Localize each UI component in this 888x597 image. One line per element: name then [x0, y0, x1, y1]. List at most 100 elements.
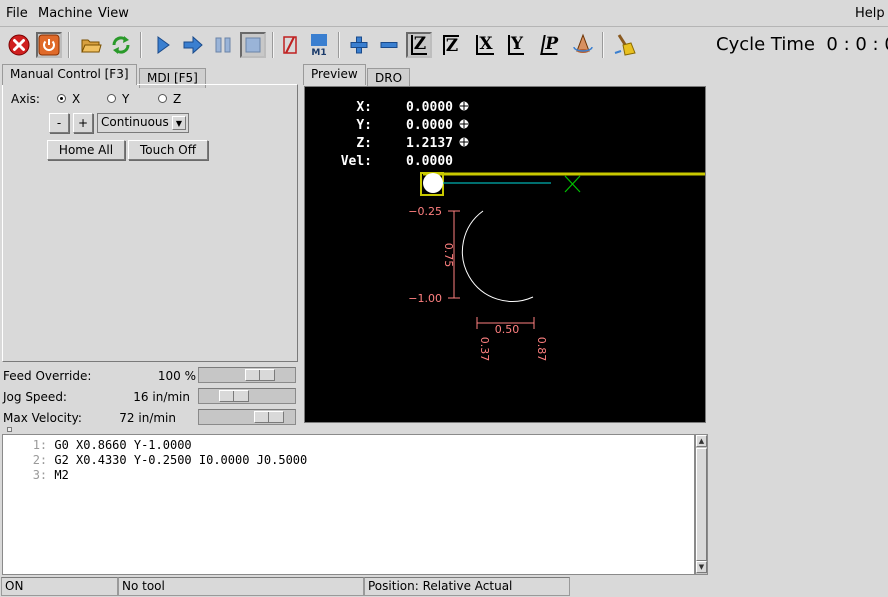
machine-power-button[interactable]: [36, 32, 62, 58]
feed-override-slider[interactable]: [198, 367, 296, 383]
status-position: Position: Relative Actual: [364, 577, 570, 596]
homed-icon-x: [459, 101, 469, 111]
dim-y-bottom: −1.00: [408, 292, 442, 305]
jog-mode-select[interactable]: Continuous ▼: [97, 113, 189, 133]
scroll-thumb[interactable]: [696, 448, 707, 561]
optional-stop-button[interactable]: M1: [306, 32, 332, 58]
block-delete-button[interactable]: [278, 32, 304, 58]
chevron-down-icon: ▼: [172, 116, 186, 130]
stop-button[interactable]: [240, 32, 266, 58]
preview-canvas[interactable]: X: 0.0000 Y: 0.0000 Z: 1.2137 Vel: 0.000…: [304, 86, 706, 423]
dim-y-top: −0.25: [408, 205, 442, 218]
menu-file[interactable]: File: [6, 6, 28, 21]
status-machine: ON: [1, 577, 118, 596]
origin-marker: [564, 175, 581, 193]
zoom-in-icon: [350, 36, 368, 54]
menu-help[interactable]: Help: [855, 6, 885, 21]
dro-x-label: X:: [356, 100, 372, 115]
cycle-time-value: 0 : 0 : 0: [826, 34, 888, 55]
toolpath-arc: [461, 210, 534, 302]
touch-off-button[interactable]: Touch Off: [128, 140, 208, 160]
estop-button[interactable]: [6, 32, 32, 58]
view-p-button[interactable]: P: [537, 32, 563, 58]
manual-control-panel: Axis: X Y Z - + Continuous ▼ Home All To…: [2, 84, 298, 362]
menu-machine[interactable]: Machine: [38, 6, 92, 21]
estop-icon: [8, 34, 30, 56]
pause-button[interactable]: [210, 32, 236, 58]
dim-x-span: 0.50: [495, 323, 520, 336]
zoom-out-icon: [380, 42, 398, 48]
homed-icon-z: [459, 137, 469, 147]
menu-view[interactable]: View: [98, 6, 129, 21]
dro-vel-value: 0.0000: [406, 154, 453, 169]
rotate-view-button[interactable]: [570, 32, 596, 58]
tab-dro[interactable]: DRO: [367, 68, 411, 88]
jog-speed-slider[interactable]: [198, 388, 296, 404]
open-file-icon: [81, 39, 102, 53]
view-z2-button[interactable]: Z: [438, 32, 464, 58]
dro-y-value: 0.0000: [406, 118, 453, 133]
zoom-in-button[interactable]: [346, 32, 372, 58]
axis-z-label: Z: [173, 92, 182, 106]
axis-y-radio[interactable]: [107, 94, 116, 103]
power-icon: [38, 34, 60, 56]
dro-z-label: Z:: [356, 136, 372, 151]
home-all-button[interactable]: Home All: [47, 140, 125, 160]
run-button[interactable]: [150, 32, 176, 58]
block-delete-icon: [283, 36, 297, 54]
code-line: 3: M2: [32, 468, 69, 482]
view-y-button[interactable]: Y: [503, 32, 529, 58]
feed-override-thumb[interactable]: [245, 369, 275, 381]
pause-icon: [215, 37, 231, 53]
dro-x-value: 0.0000: [406, 100, 453, 115]
max-velocity-label: Max Velocity:: [3, 411, 82, 425]
status-tool: No tool: [118, 577, 364, 596]
optional-stop-icon: M1: [311, 34, 327, 57]
reload-button[interactable]: [108, 32, 134, 58]
homed-icon-y: [459, 119, 469, 129]
axis-x-radio[interactable]: [57, 94, 66, 103]
dro-z-value: 1.2137: [406, 136, 453, 151]
dim-y-span: 0.75: [442, 243, 455, 268]
toolbar: M1 Z Z X Y P: [0, 28, 710, 64]
code-scrollbar[interactable]: ▲ ▼: [695, 434, 708, 575]
view-x-button[interactable]: X: [472, 32, 498, 58]
code-line: 1: G0 X0.8660 Y-1.0000: [32, 438, 192, 452]
jog-plus-button[interactable]: +: [73, 113, 93, 133]
view-z-icon: Z: [410, 35, 428, 55]
tab-manual-control[interactable]: Manual Control [F3]: [2, 64, 137, 85]
jog-speed-label: Jog Speed:: [3, 390, 67, 404]
step-icon: [183, 35, 203, 55]
view-y-icon: Y: [507, 35, 525, 55]
view-z-button[interactable]: Z: [406, 32, 432, 58]
scroll-down-icon[interactable]: ▼: [696, 561, 707, 573]
axis-label: Axis:: [11, 92, 40, 106]
tab-preview[interactable]: Preview: [303, 64, 366, 85]
zoom-out-button[interactable]: [376, 32, 402, 58]
open-file-button[interactable]: [78, 32, 104, 58]
feed-override-label: Feed Override:: [3, 369, 92, 383]
reload-icon: [112, 36, 130, 54]
pane-grip[interactable]: [7, 427, 12, 432]
jog-minus-button[interactable]: -: [49, 113, 69, 133]
view-p-icon: P: [539, 34, 561, 55]
axis-x-label: X: [72, 92, 81, 106]
jog-speed-thumb[interactable]: [219, 390, 249, 402]
view-z2-icon: Z: [442, 35, 460, 55]
optional-stop-label: M1: [311, 48, 326, 57]
view-x-icon: X: [476, 35, 494, 55]
code-line: 2: G2 X0.4330 Y-0.2500 I0.0000 J0.5000: [32, 453, 308, 467]
dim-x-left: 0.37: [478, 337, 491, 362]
gcode-text-area[interactable]: 1: G0 X0.8660 Y-1.0000 2: G2 X0.4330 Y-0…: [2, 434, 695, 575]
clear-plot-button[interactable]: [612, 32, 638, 58]
axis-z-radio[interactable]: [158, 94, 167, 103]
stop-icon: [245, 37, 261, 53]
step-button[interactable]: [180, 32, 206, 58]
run-icon: [157, 36, 170, 54]
max-velocity-thumb[interactable]: [254, 411, 284, 423]
cycle-time: Cycle Time 0 : 0 : 0: [716, 34, 888, 55]
scroll-up-icon[interactable]: ▲: [696, 435, 707, 447]
jog-mode-value: Continuous: [101, 115, 169, 129]
max-velocity-slider[interactable]: [198, 409, 296, 425]
feed-override-value: 100 %: [157, 369, 196, 383]
